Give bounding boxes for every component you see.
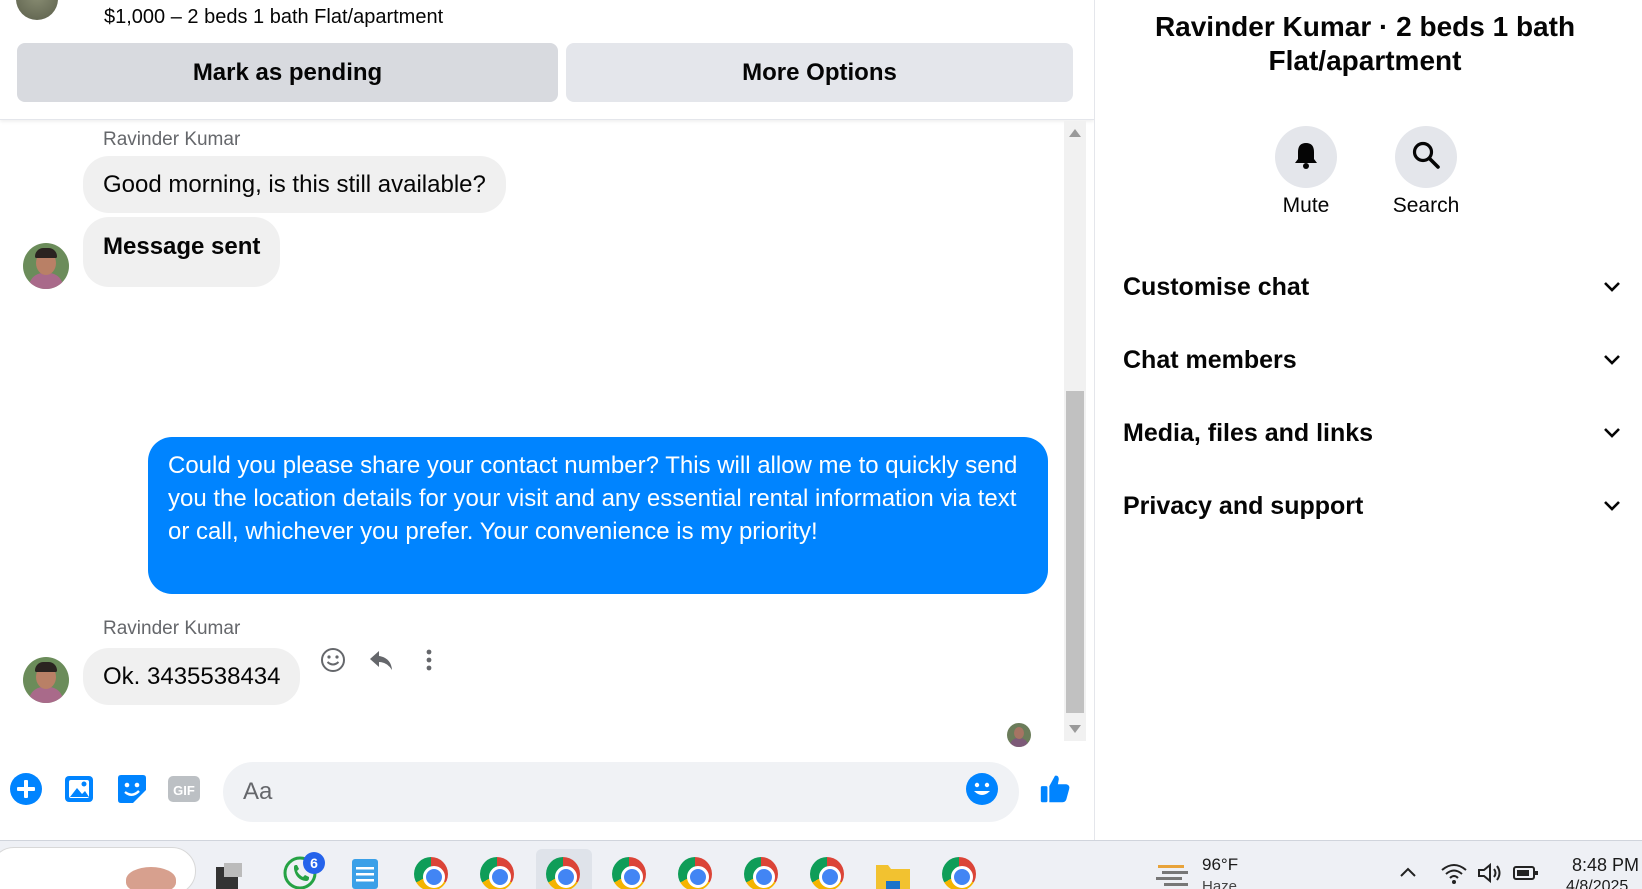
- scroll-thumb[interactable]: [1066, 391, 1084, 713]
- chrome-icon[interactable]: [810, 857, 844, 889]
- clock-date[interactable]: 4/8/2025: [1566, 878, 1628, 889]
- chevron-down-icon: [1601, 422, 1623, 444]
- weather-temperature[interactable]: 96°F: [1202, 855, 1238, 875]
- avatar[interactable]: [23, 243, 69, 289]
- notepad-icon[interactable]: [349, 855, 383, 889]
- whatsapp-badge: 6: [303, 852, 325, 874]
- sticker-icon[interactable]: [115, 772, 149, 806]
- search-button[interactable]: [1395, 126, 1457, 188]
- outgoing-message[interactable]: Could you please share your contact numb…: [148, 437, 1048, 594]
- more-vertical-icon[interactable]: [414, 645, 444, 675]
- clock-time[interactable]: 8:48 PM: [1572, 855, 1639, 876]
- accordion-label: Privacy and support: [1123, 491, 1364, 520]
- more-options-button[interactable]: More Options: [566, 43, 1073, 102]
- plus-icon[interactable]: [9, 772, 43, 806]
- windows-taskbar: [0, 840, 1642, 889]
- listing-thumbnail[interactable]: [16, 0, 58, 20]
- conversation-title: Ravinder Kumar · 2 beds 1 bath Flat/apar…: [1154, 11, 1576, 76]
- accordion-privacy-support[interactable]: Privacy and support: [1123, 486, 1623, 526]
- emoji-icon[interactable]: [965, 772, 999, 806]
- task-view-icon[interactable]: [212, 861, 246, 889]
- chrome-icon[interactable]: [546, 857, 580, 889]
- svg-text:GIF: GIF: [173, 783, 195, 798]
- mute-button[interactable]: [1275, 126, 1337, 188]
- file-explorer-icon[interactable]: [874, 861, 910, 889]
- scroll-down-arrow[interactable]: [1069, 725, 1081, 733]
- accordion-label: Customise chat: [1123, 272, 1310, 301]
- seen-avatar: [1007, 723, 1031, 747]
- sender-name: Ravinder Kumar: [103, 129, 241, 150]
- message-actions: [318, 645, 444, 675]
- wifi-icon[interactable]: [1440, 861, 1474, 889]
- mute-label: Mute: [1282, 194, 1330, 217]
- message-composer: GIF: [0, 752, 1094, 824]
- incoming-message[interactable]: Good morning, is this still available?: [83, 156, 506, 213]
- pig-icon: [126, 867, 176, 889]
- reply-icon[interactable]: [366, 645, 396, 675]
- incoming-message[interactable]: Message sent: [83, 217, 281, 287]
- scrollbar[interactable]: [1064, 121, 1086, 741]
- accordion-label: Chat members: [1123, 345, 1297, 374]
- battery-icon[interactable]: [1512, 863, 1546, 889]
- incoming-message[interactable]: Ok. 3435538434: [83, 648, 301, 705]
- chevron-up-icon[interactable]: [1396, 861, 1430, 889]
- chrome-icon[interactable]: [612, 857, 646, 889]
- chat-pane: $1,000 – 2 beds 1 bath Flat/apartment Ma…: [0, 0, 1094, 840]
- conversation-info-panel: Ravinder Kumar · 2 beds 1 bath Flat/apar…: [1094, 0, 1642, 840]
- weather-haze-icon[interactable]: [1154, 859, 1188, 889]
- gif-icon[interactable]: GIF: [167, 772, 201, 806]
- chrome-icon[interactable]: [678, 857, 712, 889]
- volume-icon[interactable]: [1476, 861, 1510, 889]
- chevron-down-icon: [1601, 276, 1623, 298]
- bell-icon: [1292, 140, 1320, 175]
- avatar[interactable]: [23, 657, 69, 703]
- listing-header: $1,000 – 2 beds 1 bath Flat/apartment Ma…: [0, 0, 1094, 120]
- accordion-customise-chat[interactable]: Customise chat: [1123, 267, 1623, 307]
- thumbs-up-icon[interactable]: [1038, 772, 1072, 806]
- accordion-label: Media, files and links: [1123, 418, 1374, 447]
- chevron-down-icon: [1601, 495, 1623, 517]
- weather-description[interactable]: Haze: [1202, 878, 1237, 889]
- scroll-up-arrow[interactable]: [1069, 129, 1081, 137]
- search-icon: [1411, 140, 1441, 175]
- message-thread: Ravinder Kumar Good morning, is this sti…: [0, 121, 1060, 747]
- chevron-down-icon: [1601, 349, 1623, 371]
- chrome-icon[interactable]: [942, 857, 976, 889]
- chrome-icon[interactable]: [480, 857, 514, 889]
- mark-as-pending-button[interactable]: Mark as pending: [17, 43, 558, 102]
- message-input[interactable]: [223, 762, 1019, 822]
- accordion-media-files-links[interactable]: Media, files and links: [1123, 413, 1623, 453]
- chrome-icon[interactable]: [414, 857, 448, 889]
- search-label: Search: [1392, 194, 1460, 217]
- photo-icon[interactable]: [63, 772, 97, 806]
- react-icon[interactable]: [318, 645, 348, 675]
- sender-name: Ravinder Kumar: [103, 618, 241, 639]
- accordion-chat-members[interactable]: Chat members: [1123, 340, 1623, 380]
- chrome-icon[interactable]: [744, 857, 778, 889]
- listing-summary: $1,000 – 2 beds 1 bath Flat/apartment: [104, 6, 444, 28]
